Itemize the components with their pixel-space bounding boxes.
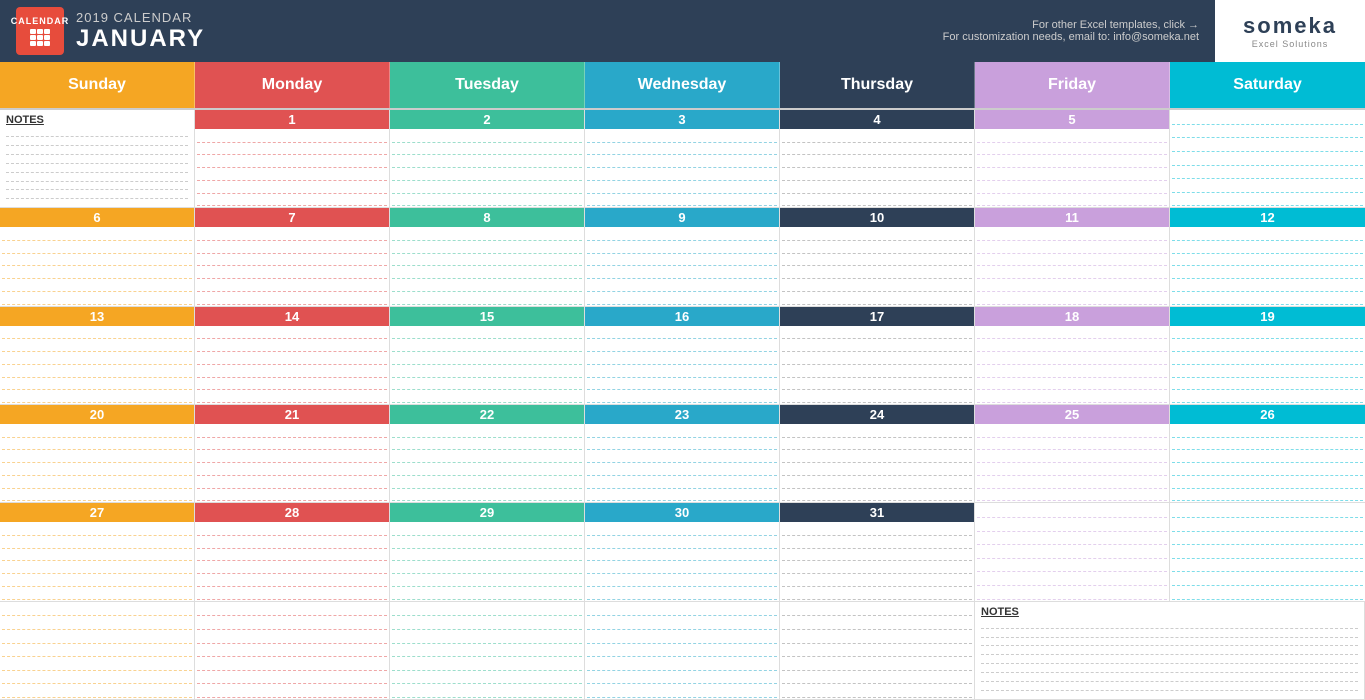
table-row[interactable]: NOTES <box>975 602 1365 700</box>
date-number: 29 <box>390 503 584 522</box>
table-row[interactable]: 12 <box>1170 208 1365 306</box>
date-number: 23 <box>585 405 779 424</box>
table-row[interactable]: 9 <box>585 208 780 306</box>
date-number: 5 <box>975 110 1169 129</box>
logo-text: someka <box>1243 13 1337 39</box>
date-number: 13 <box>0 307 194 326</box>
table-row[interactable] <box>1170 110 1365 208</box>
table-row[interactable]: 2 <box>390 110 585 208</box>
header: CALENDAR 2019 CALENDAR JANUARY For other… <box>0 0 1365 62</box>
table-row[interactable] <box>975 503 1170 601</box>
header-monday: Monday <box>195 62 390 108</box>
table-row[interactable]: 18 <box>975 307 1170 405</box>
header-info: For other Excel templates, click → For c… <box>927 0 1215 62</box>
date-number: 9 <box>585 208 779 227</box>
day-headers: Sunday Monday Tuesday Wednesday Thursday… <box>0 62 1365 108</box>
date-number: 18 <box>975 307 1169 326</box>
date-number: 2 <box>390 110 584 129</box>
info-line1: For other Excel templates, click → <box>1032 19 1199 31</box>
date-number: 14 <box>195 307 389 326</box>
header-tuesday: Tuesday <box>390 62 585 108</box>
table-row[interactable]: 3 <box>585 110 780 208</box>
table-row[interactable] <box>780 602 975 700</box>
header-title: 2019 CALENDAR JANUARY <box>76 10 205 53</box>
calendar-icon: CALENDAR <box>16 7 64 55</box>
table-row[interactable]: 17 <box>780 307 975 405</box>
table-row[interactable]: 16 <box>585 307 780 405</box>
table-row[interactable]: 31 <box>780 503 975 601</box>
date-number: 6 <box>0 208 194 227</box>
date-number: 11 <box>975 208 1169 227</box>
table-row[interactable]: 20 <box>0 405 195 503</box>
date-number: 25 <box>975 405 1169 424</box>
table-row[interactable]: 11 <box>975 208 1170 306</box>
table-row[interactable] <box>390 602 585 700</box>
table-row[interactable]: 27 <box>0 503 195 601</box>
table-row[interactable] <box>0 602 195 700</box>
date-number: 8 <box>390 208 584 227</box>
table-row[interactable]: 15 <box>390 307 585 405</box>
table-row[interactable] <box>585 602 780 700</box>
table-row[interactable]: 14 <box>195 307 390 405</box>
table-row[interactable] <box>1170 503 1365 601</box>
date-number: 12 <box>1170 208 1365 227</box>
logo-area: CALENDAR 2019 CALENDAR JANUARY <box>0 0 221 62</box>
table-row[interactable]: 10 <box>780 208 975 306</box>
table-row[interactable]: 28 <box>195 503 390 601</box>
date-number: 22 <box>390 405 584 424</box>
date-number: 21 <box>195 405 389 424</box>
table-row[interactable]: 26 <box>1170 405 1365 503</box>
date-number: 20 <box>0 405 194 424</box>
date-number: 31 <box>780 503 974 522</box>
date-number: 7 <box>195 208 389 227</box>
table-row[interactable]: 7 <box>195 208 390 306</box>
table-row[interactable]: 1 <box>195 110 390 208</box>
header-sunday: Sunday <box>0 62 195 108</box>
date-number: 27 <box>0 503 194 522</box>
table-row[interactable]: 6 <box>0 208 195 306</box>
table-row[interactable]: 21 <box>195 405 390 503</box>
date-number: 24 <box>780 405 974 424</box>
info-line2: For customization needs, email to: info@… <box>943 31 1199 43</box>
header-saturday: Saturday <box>1170 62 1365 108</box>
date-number: 26 <box>1170 405 1365 424</box>
table-row[interactable]: 29 <box>390 503 585 601</box>
table-row[interactable]: 8 <box>390 208 585 306</box>
table-row[interactable] <box>195 602 390 700</box>
table-row[interactable]: 30 <box>585 503 780 601</box>
table-row[interactable]: 19 <box>1170 307 1365 405</box>
table-row[interactable]: 25 <box>975 405 1170 503</box>
table-row[interactable]: 23 <box>585 405 780 503</box>
table-row[interactable]: 22 <box>390 405 585 503</box>
table-row[interactable]: 24 <box>780 405 975 503</box>
table-row[interactable]: 5 <box>975 110 1170 208</box>
date-number: 4 <box>780 110 974 129</box>
month-title: JANUARY <box>76 25 205 53</box>
year-title: 2019 CALENDAR <box>76 10 205 25</box>
date-number: 30 <box>585 503 779 522</box>
date-number: 3 <box>585 110 779 129</box>
header-thursday: Thursday <box>780 62 975 108</box>
table-row[interactable]: NOTES <box>0 110 195 208</box>
calendar-grid: NOTES12345678910111213141516171819202122… <box>0 108 1365 700</box>
table-row[interactable]: 13 <box>0 307 195 405</box>
date-number: 17 <box>780 307 974 326</box>
date-number: 16 <box>585 307 779 326</box>
header-wednesday: Wednesday <box>585 62 780 108</box>
date-number: 15 <box>390 307 584 326</box>
table-row[interactable]: 4 <box>780 110 975 208</box>
logo-sub: Excel Solutions <box>1252 39 1329 49</box>
date-number: 28 <box>195 503 389 522</box>
header-friday: Friday <box>975 62 1170 108</box>
date-number: 10 <box>780 208 974 227</box>
someka-logo: someka Excel Solutions <box>1215 0 1365 62</box>
date-number: 19 <box>1170 307 1365 326</box>
date-number: 1 <box>195 110 389 129</box>
